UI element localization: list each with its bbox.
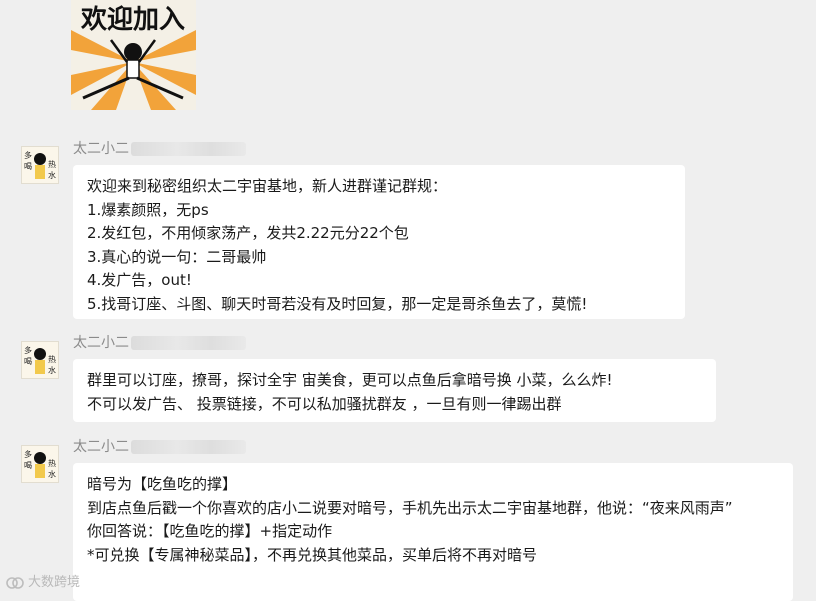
message-line: 2.发红包，不用倾家荡产，发共2.22元分22个包 — [87, 224, 409, 242]
avatar-char: 热 — [48, 458, 56, 468]
sender-name-text: 太二小二 — [73, 335, 129, 351]
watermark-text: 大数跨境 — [28, 575, 81, 590]
watermark-logo-icon — [6, 577, 24, 589]
message-line: 5.找哥订座、斗图、聊天时哥若没有及时回复，那一定是哥杀鱼去了，莫慌! — [87, 294, 588, 313]
message-line: 暗号为【吃鱼吃的撑】 — [87, 475, 238, 493]
avatar-char: 喝 — [24, 461, 32, 470]
message-line: 欢迎来到秘密组织太二宇宙基地，新人进群谨记群规： — [87, 177, 448, 195]
message-bubble[interactable]: 群里可以订座，撩哥，探讨全宇 宙美食，更可以点鱼后拿暗号换 小菜，么么炸! 不可… — [73, 359, 716, 422]
avatar-char: 水 — [48, 170, 56, 180]
message-line: 你回答说：【吃鱼吃的撑】+指定动作 — [87, 522, 333, 540]
sender-name-text: 太二小二 — [73, 439, 129, 455]
sender-avatar[interactable]: 多 喝 热 水 — [21, 341, 59, 379]
sender-avatar[interactable]: 多 喝 热 水 — [21, 146, 59, 184]
avatar-char: 喝 — [24, 162, 32, 171]
avatar-char: 多 — [24, 150, 32, 160]
sender-name-text: 太二小二 — [73, 141, 129, 157]
message-line: *可兑换【专属神秘菜品】，不再兑换其他菜品，买单后将不再对暗号 — [87, 545, 538, 564]
message-line: 3.真心的说一句：二哥最帅 — [87, 247, 267, 266]
message-line: 1.爆素颜照，无ps — [87, 200, 209, 219]
message-line: 不可以发广告、 投票链接，不可以私加骚扰群友 ，一旦有则一律踢出群 — [87, 394, 562, 413]
message-line: 4.发广告，out! — [87, 271, 192, 289]
redaction-blur — [131, 440, 246, 454]
sticker-text: 欢迎加入 — [80, 4, 185, 35]
avatar-char: 多 — [24, 345, 32, 355]
avatar-char: 喝 — [24, 357, 32, 366]
message-bubble[interactable]: 欢迎来到秘密组织太二宇宙基地，新人进群谨记群规： 1.爆素颜照，无ps 2.发红… — [73, 165, 685, 319]
message-line: 到店点鱼后戳一个你喜欢的店小二说要对暗号，手机先出示太二宇宙基地群，他说：“夜来… — [87, 498, 733, 517]
sender-name: 太二小二 — [73, 139, 246, 159]
sender-name: 太二小二 — [73, 437, 246, 457]
sender-name: 太二小二 — [73, 333, 246, 353]
sender-avatar[interactable]: 多 喝 热 水 — [21, 445, 59, 483]
avatar-char: 水 — [48, 469, 56, 479]
welcome-sticker: 欢迎加入 — [71, 0, 196, 110]
avatar-char: 水 — [48, 365, 56, 375]
watermark: 大数跨境 — [6, 572, 80, 594]
redaction-blur — [131, 336, 246, 350]
avatar-char: 多 — [24, 449, 32, 459]
redaction-blur — [131, 142, 246, 156]
message-line: 群里可以订座，撩哥，探讨全宇 宙美食，更可以点鱼后拿暗号换 小菜，么么炸! — [87, 371, 613, 389]
message-bubble[interactable]: 暗号为【吃鱼吃的撑】 到店点鱼后戳一个你喜欢的店小二说要对暗号，手机先出示太二宇… — [73, 463, 793, 601]
avatar-char: 热 — [48, 354, 56, 364]
avatar-char: 热 — [48, 159, 56, 169]
